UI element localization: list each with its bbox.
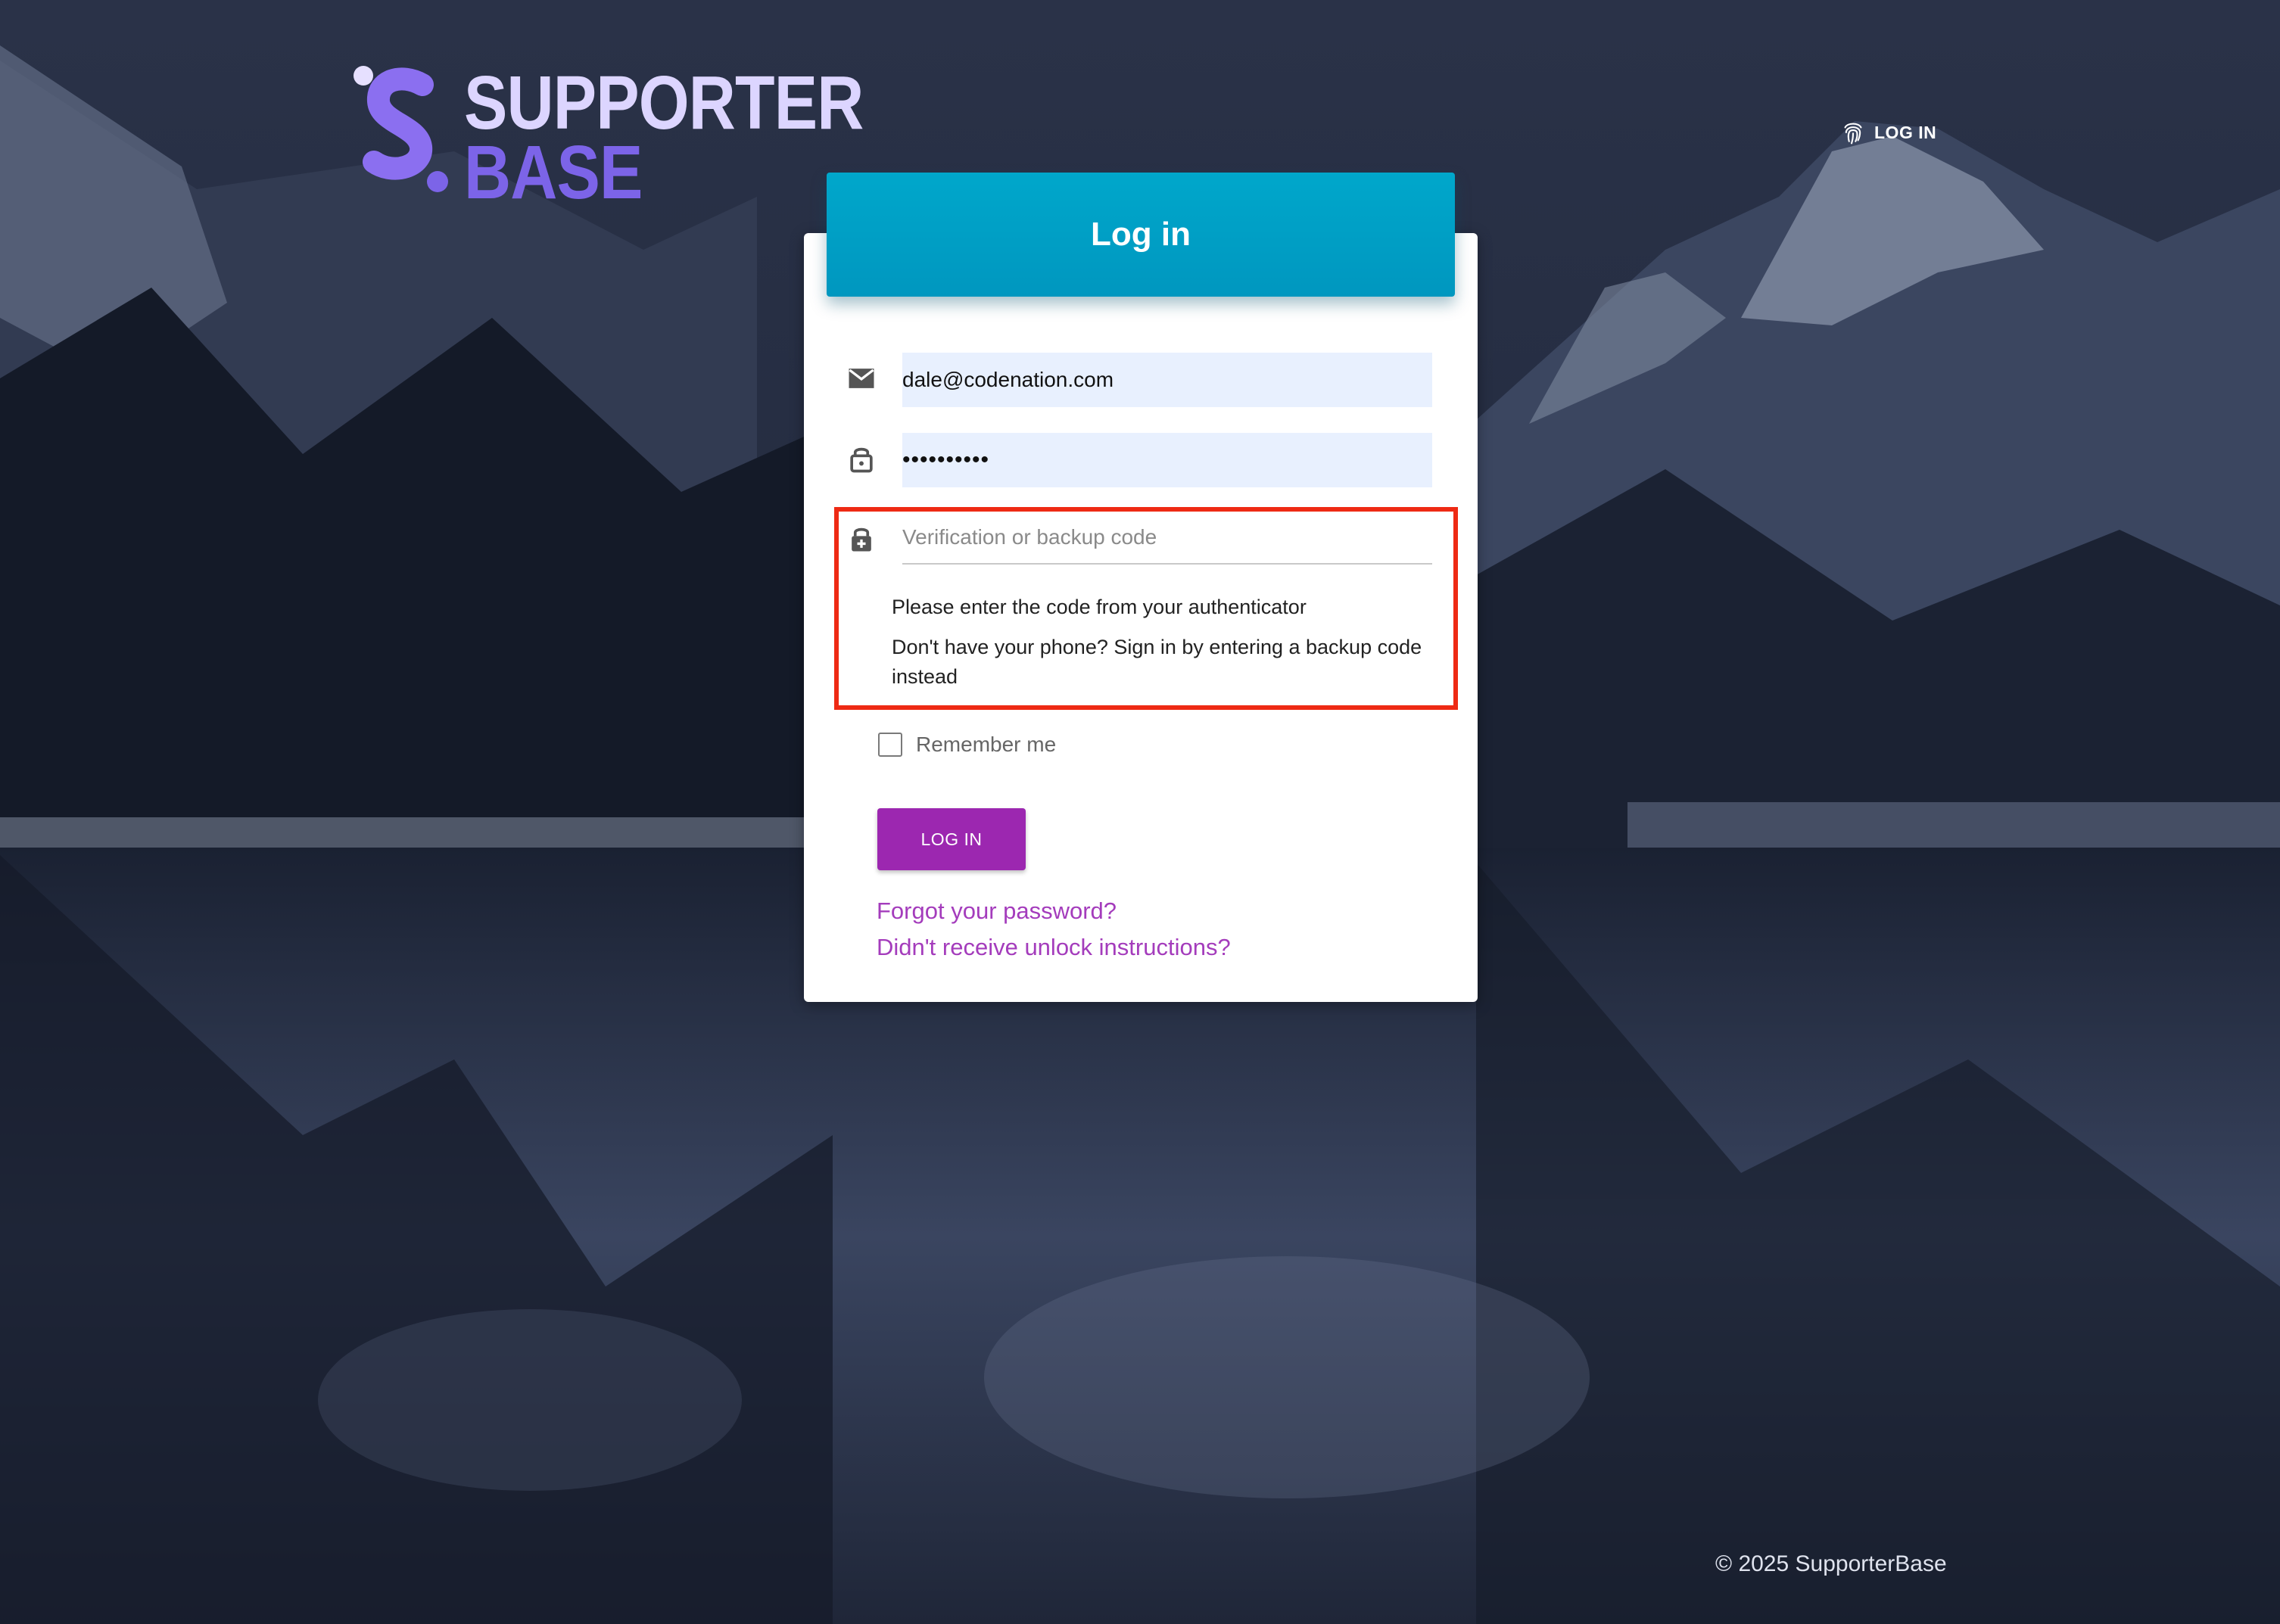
supporterbase-logo-icon xyxy=(354,66,448,192)
verification-code-input[interactable] xyxy=(902,512,1432,565)
header-login-link[interactable]: LOG IN xyxy=(1841,117,1936,148)
authenticator-hint: Please enter the code from your authenti… xyxy=(892,596,1307,618)
remember-me-checkbox[interactable] xyxy=(878,733,902,757)
lock-plus-icon xyxy=(845,522,878,555)
brand-wordmark-base: BASE xyxy=(464,130,643,215)
brand-logo: SUPPORTER BASE xyxy=(348,62,864,210)
page-title: Log in xyxy=(1091,216,1191,253)
mail-icon xyxy=(845,362,878,395)
remember-me[interactable]: Remember me xyxy=(878,733,1056,757)
forgot-password-link[interactable]: Forgot your password? xyxy=(877,898,1117,925)
login-button[interactable]: LOG IN xyxy=(877,808,1026,870)
login-card-header: Log in xyxy=(827,173,1455,297)
email-field[interactable] xyxy=(902,353,1432,407)
copyright-footer: © 2025 SupporterBase xyxy=(1715,1551,1947,1576)
brand-wordmark-supporter: SUPPORTER xyxy=(464,61,864,145)
remember-me-label: Remember me xyxy=(916,733,1057,756)
unlock-instructions-link[interactable]: Didn't receive unlock instructions? xyxy=(877,934,1231,961)
header-login-label: LOG IN xyxy=(1874,122,1937,142)
fingerprint-icon xyxy=(1844,123,1862,145)
password-field[interactable] xyxy=(902,433,1432,487)
lock-icon xyxy=(845,442,878,475)
backup-code-hint: Don't have your phone? Sign in by enteri… xyxy=(892,636,1422,688)
